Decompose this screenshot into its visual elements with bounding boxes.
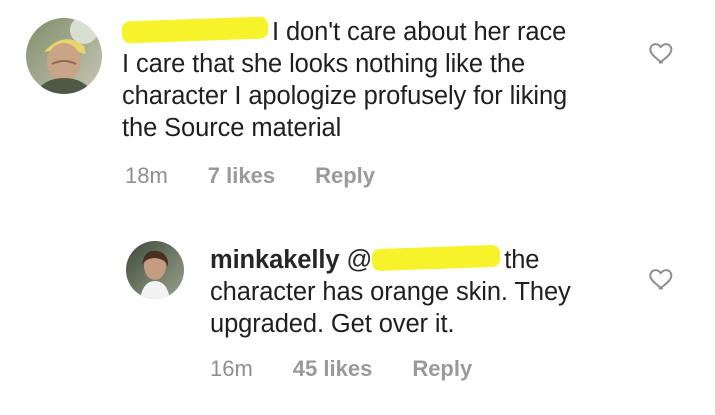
comment-2: minkakelly @ the character has orange ski… (0, 210, 715, 415)
comment-1-line-1: I don't care about her race (272, 18, 567, 46)
redacted-username-2 (371, 245, 501, 272)
avatar-commenter-1[interactable] (26, 18, 102, 94)
heart-icon[interactable] (648, 264, 676, 292)
comment-2-line-2: character has orange skin. They (210, 278, 571, 306)
avatar-commenter-2[interactable] (126, 241, 184, 299)
comment-2-likes[interactable]: 45 likes (293, 356, 373, 382)
comment-2-after-mention: the (504, 246, 540, 274)
comment-1-first-line: I don't care about her race (121, 16, 642, 48)
comment-2-reply-button[interactable]: Reply (412, 356, 472, 382)
comment-1-likes[interactable]: 7 likes (208, 163, 275, 189)
avatar-image (26, 18, 102, 94)
comment-2-line-3: upgraded. Get over it. (210, 310, 455, 338)
redacted-username-1 (121, 16, 269, 44)
comment-1-line-3: character I apologize profusely for liki… (122, 82, 568, 110)
heart-icon[interactable] (648, 38, 676, 66)
comment-1-text: I don't care about her race I care that … (121, 16, 642, 144)
comment-2-mention-prefix[interactable]: @ (346, 246, 372, 274)
comment-1: I don't care about her race I care that … (0, 0, 715, 210)
comment-2-username[interactable]: minkakelly (210, 246, 340, 274)
comment-2-time: 16m (210, 356, 253, 381)
comment-1-line-4: the Source material (122, 114, 342, 142)
avatar-image (126, 241, 184, 299)
comment-2-first-line: minkakelly @ the (210, 244, 640, 276)
comment-1-line-2: I care that she looks nothing like the (122, 50, 526, 78)
comment-1-reply-button[interactable]: Reply (315, 163, 375, 189)
comment-2-text: minkakelly @ the character has orange ski… (210, 244, 640, 340)
comment-1-meta: 18m 7 likes Reply (125, 163, 375, 189)
comment-1-time: 18m (125, 163, 168, 188)
comment-2-meta: 16m 45 likes Reply (210, 356, 472, 382)
